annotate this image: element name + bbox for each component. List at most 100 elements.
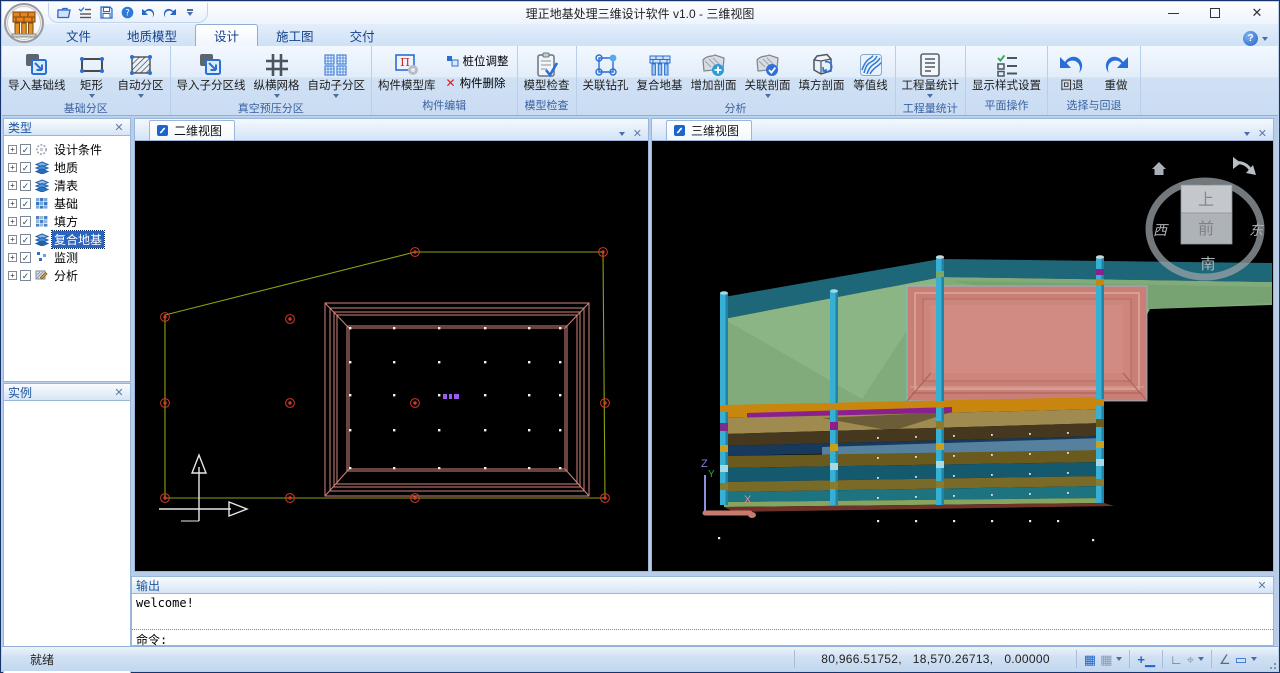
type-panel-close-icon[interactable]: ✕: [112, 121, 126, 134]
view3d-menu-caret-icon[interactable]: [1244, 132, 1250, 136]
expander-icon[interactable]: +: [8, 235, 17, 244]
expander-icon[interactable]: +: [8, 145, 17, 154]
main-area: 类型 ✕ + ✓ 设计条件 + ✓ 地质 + ✓: [2, 117, 1278, 645]
pile: [936, 255, 944, 505]
undo-button[interactable]: 回退: [1050, 47, 1094, 96]
output-console[interactable]: welcome! 命令:: [131, 594, 1274, 646]
redo-button[interactable]: 重做: [1094, 47, 1138, 96]
grid-light-toggle-icon[interactable]: ▦: [1100, 653, 1112, 666]
grid-toggle-icon[interactable]: ▦: [1084, 653, 1096, 666]
open-folder-icon[interactable]: [55, 5, 73, 21]
add-section-button[interactable]: 增加剖面: [687, 47, 741, 99]
tree-item-clearing[interactable]: + ✓ 清表: [6, 176, 128, 194]
checkbox-checked[interactable]: ✓: [20, 216, 31, 227]
tab-construction-drawing[interactable]: 施工图: [258, 24, 332, 46]
foundation-frame: [325, 303, 589, 496]
expander-icon[interactable]: +: [8, 181, 17, 190]
help-caret-icon[interactable]: [1262, 37, 1268, 41]
help-icon[interactable]: ?: [118, 5, 136, 21]
view2d-canvas[interactable]: [134, 141, 649, 572]
dyn-input-caret-icon[interactable]: [1251, 657, 1257, 661]
maximize-button[interactable]: [1194, 2, 1236, 24]
undo-icon[interactable]: [139, 5, 157, 21]
tree-item-fill[interactable]: + ✓ 填方: [6, 212, 128, 230]
dynamic-input-icon[interactable]: ▭: [1235, 653, 1247, 666]
tree-item-analysis[interactable]: + ✓ 分析: [6, 266, 128, 284]
link-section-button[interactable]: 关联剖面: [741, 47, 795, 99]
close-button[interactable]: ✕: [1236, 2, 1278, 24]
expander-icon[interactable]: +: [8, 217, 17, 226]
command-line[interactable]: 命令:: [132, 629, 1273, 645]
pile-adjust-button[interactable]: 桩位调整: [443, 52, 512, 70]
svg-text:南: 南: [1200, 255, 1215, 273]
view3d-tab[interactable]: 三维视图: [666, 120, 752, 140]
redo-icon[interactable]: [160, 5, 178, 21]
output-panel-close-icon[interactable]: ✕: [1255, 579, 1269, 592]
composite-foundation-button[interactable]: 复合地基: [633, 47, 687, 99]
contour-button[interactable]: 等值线: [849, 47, 893, 99]
tree-item-composite-foundation[interactable]: + ✓ 复合地基: [6, 230, 128, 248]
tree-item-monitoring[interactable]: + ✓ 监测: [6, 248, 128, 266]
tab-design[interactable]: 设计: [195, 24, 258, 46]
polar-tracking-icon[interactable]: ⌖: [1187, 653, 1194, 666]
link-borehole-button[interactable]: 关联钻孔: [579, 47, 633, 99]
qat-overflow-icon[interactable]: [181, 5, 199, 21]
svg-text:?: ?: [125, 8, 130, 18]
tab-delivery[interactable]: 交付: [332, 24, 393, 46]
ribbon-help-icon[interactable]: ?: [1243, 31, 1258, 46]
checkbox-checked[interactable]: ✓: [20, 234, 31, 245]
site-boundary: [165, 252, 605, 498]
view2d-tab[interactable]: 二维视图: [149, 120, 235, 140]
rectangle-button[interactable]: 矩形: [70, 47, 114, 99]
checkbox-checked[interactable]: ✓: [20, 144, 31, 155]
resize-grip[interactable]: [1264, 647, 1278, 671]
tree-item-geology[interactable]: + ✓ 地质: [6, 158, 128, 176]
view2d-close-icon[interactable]: ✕: [633, 127, 642, 140]
expander-icon[interactable]: +: [8, 199, 17, 208]
component-delete-button[interactable]: ✕ 构件删除: [443, 74, 512, 92]
minimize-button[interactable]: [1152, 2, 1194, 24]
view2d-menu-caret-icon[interactable]: [619, 132, 625, 136]
quantity-stats-button[interactable]: 工程量统计: [898, 47, 964, 99]
import-foundation-line-button[interactable]: 导入基础线: [4, 47, 70, 99]
instance-list[interactable]: [3, 401, 131, 673]
view3d-close-icon[interactable]: ✕: [1258, 127, 1267, 140]
checkbox-checked[interactable]: ✓: [20, 198, 31, 209]
view3d-canvas[interactable]: Z Y X: [651, 141, 1274, 572]
save-icon[interactable]: [97, 5, 115, 21]
snap-toggle-icon[interactable]: +▁: [1137, 653, 1155, 666]
multi-grid-icon: [322, 50, 350, 80]
component-library-button[interactable]: Π 构件模型库: [374, 47, 440, 96]
checkbox-checked[interactable]: ✓: [20, 180, 31, 191]
ribbon: 导入基础线 矩形 自动分区 基础分区: [2, 46, 1278, 116]
model-check-button[interactable]: 模型检查: [520, 47, 574, 96]
tree-item-foundation[interactable]: + ✓ 基础: [6, 194, 128, 212]
checkbox-checked[interactable]: ✓: [20, 252, 31, 263]
delete-x-icon: ✕: [446, 76, 456, 90]
status-ready-text: 就绪: [30, 651, 54, 668]
expander-icon[interactable]: +: [8, 163, 17, 172]
auto-subzone-button[interactable]: 自动子分区: [304, 47, 370, 99]
instance-panel-close-icon[interactable]: ✕: [112, 386, 126, 399]
layers-icon: [34, 161, 49, 174]
expander-icon[interactable]: +: [8, 253, 17, 262]
import-subzone-line-button[interactable]: 导入子分区线: [173, 47, 250, 99]
angle-snap-icon[interactable]: ∠: [1219, 653, 1231, 666]
grid-lines-button[interactable]: 纵横网格: [250, 47, 304, 99]
ortho-toggle-icon[interactable]: ∟: [1170, 653, 1183, 666]
app-logo-icon[interactable]: [4, 3, 44, 43]
tab-geology-model[interactable]: 地质模型: [109, 24, 195, 46]
fill-section-button[interactable]: 填方剖面: [795, 47, 849, 99]
checkbox-checked[interactable]: ✓: [20, 162, 31, 173]
view-logo-icon: [673, 124, 686, 137]
task-list-icon[interactable]: [76, 5, 94, 21]
auto-partition-button[interactable]: 自动分区: [114, 47, 168, 99]
expander-icon[interactable]: +: [8, 271, 17, 280]
checkbox-checked[interactable]: ✓: [20, 270, 31, 281]
tab-file[interactable]: 文件: [48, 24, 109, 46]
display-style-button[interactable]: 显示样式设置: [968, 47, 1045, 96]
tree-item-design-conditions[interactable]: + ✓ 设计条件: [6, 140, 128, 158]
polar-options-caret-icon[interactable]: [1198, 657, 1204, 661]
dropdown-caret-icon: [927, 94, 933, 98]
grid-options-caret-icon[interactable]: [1116, 657, 1122, 661]
